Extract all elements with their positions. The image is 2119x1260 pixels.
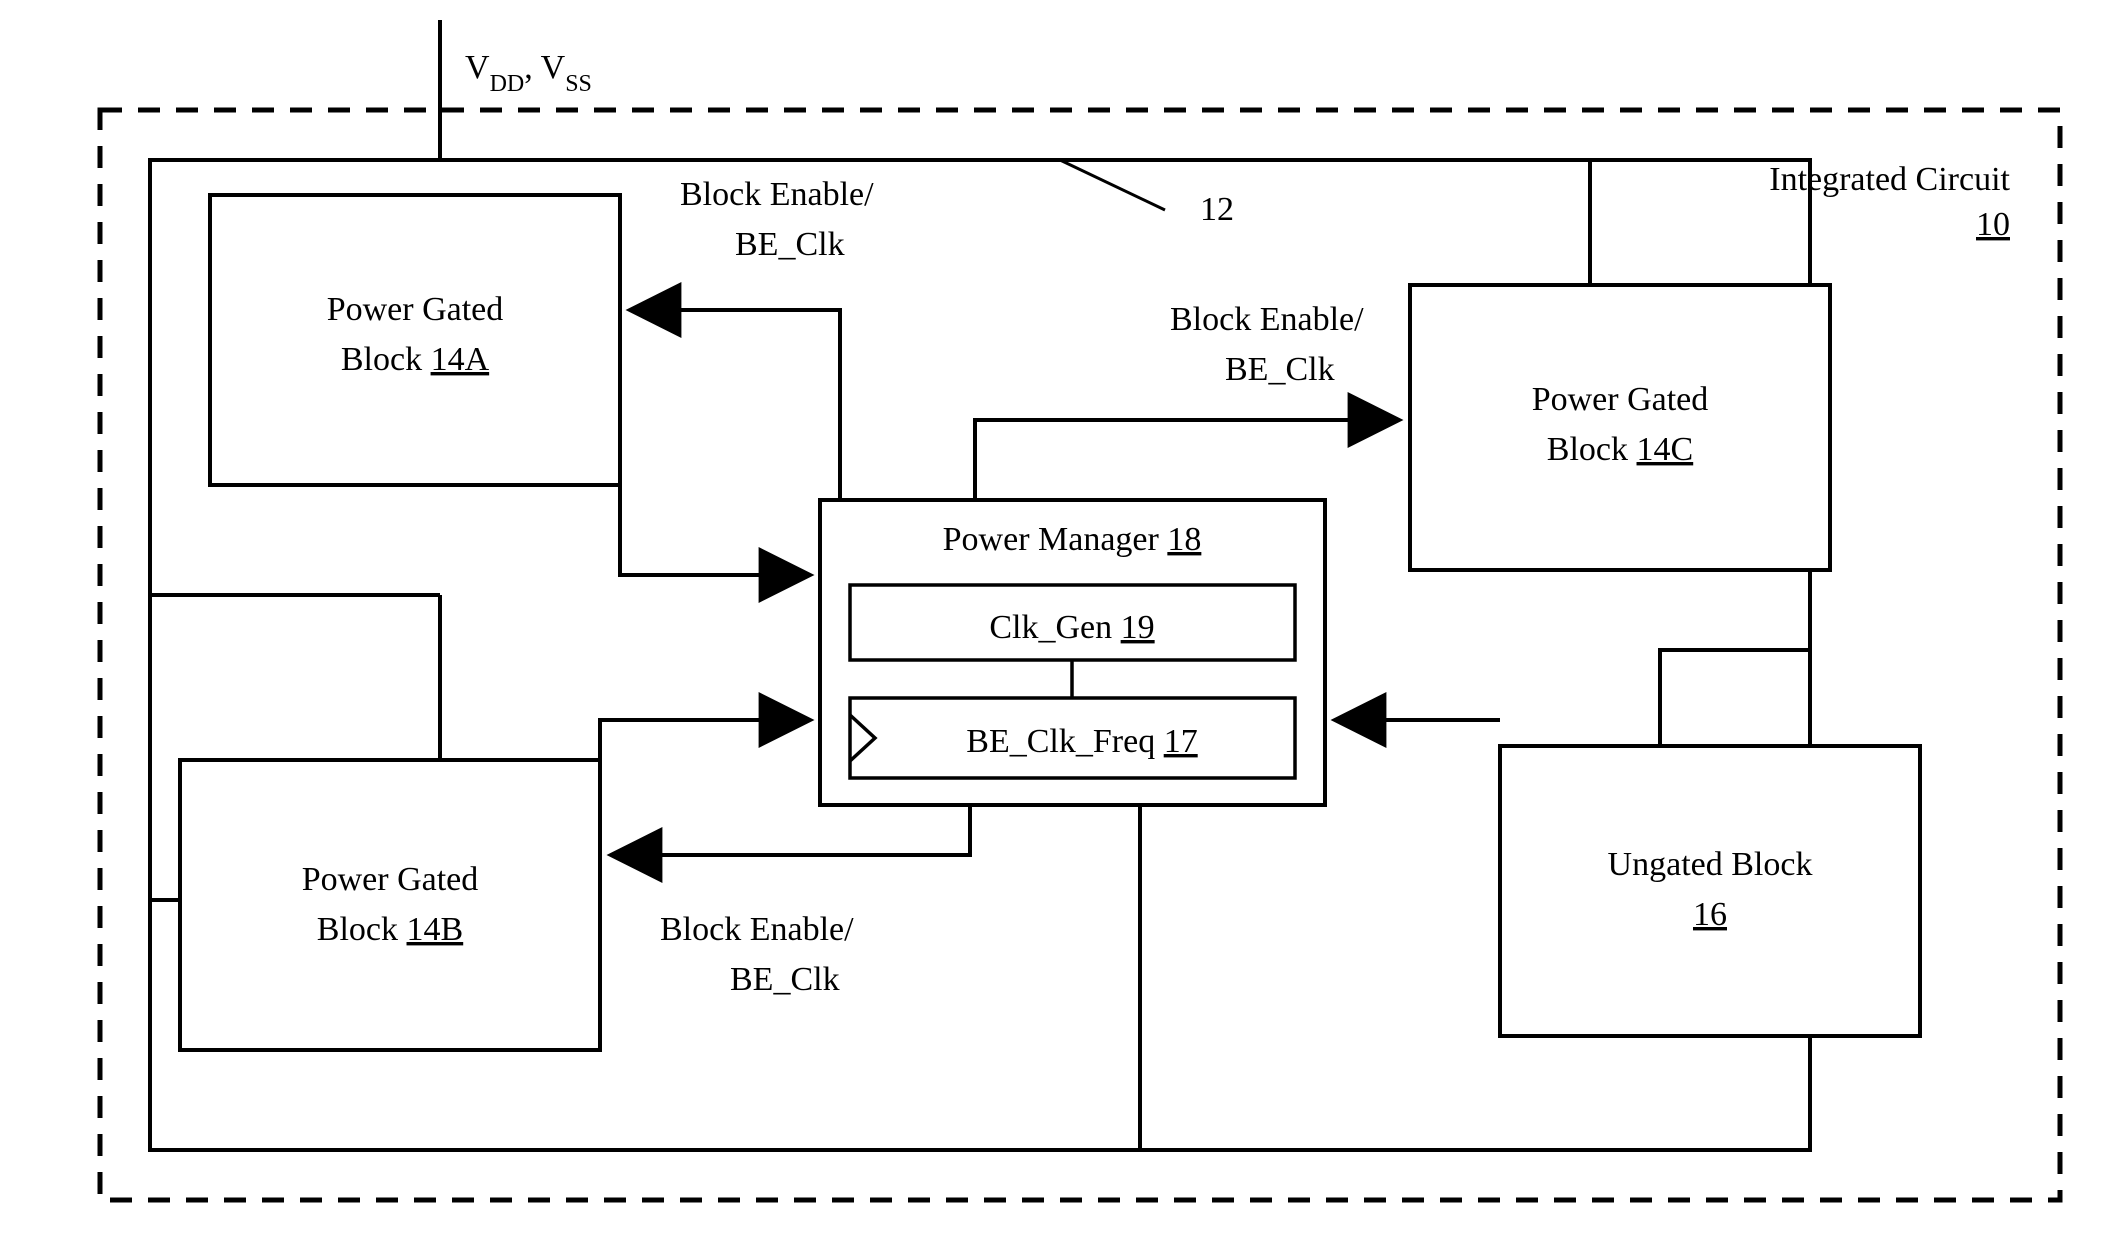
sig-14A-line2: BE_Clk: [735, 226, 845, 263]
ref12: 12: [1200, 191, 1234, 228]
diagram-canvas: VDD, VSS Integrated Circuit 10 12 Power …: [20, 20, 2119, 1240]
block-14C-line1: Power Gated: [1532, 381, 1709, 418]
block-14B: [180, 760, 600, 1050]
supply-label: VDD, VSS: [465, 49, 592, 97]
be-clk-freq-label: BE_Clk_Freq 17: [966, 723, 1197, 760]
block-14C: [1410, 285, 1830, 570]
block-14A-line1: Power Gated: [327, 291, 504, 328]
block-16-line1: Ungated Block: [1608, 846, 1813, 883]
block-16: [1500, 746, 1920, 1036]
sig-14B-line1: Block Enable/: [660, 911, 854, 948]
power-manager-title: Power Manager 18: [943, 521, 1202, 558]
block-14B-line2: Block 14B: [317, 911, 463, 948]
sig-14C-line2: BE_Clk: [1225, 351, 1335, 388]
block-14A-line2: Block 14A: [341, 341, 490, 378]
sig-14B-line2: BE_Clk: [730, 961, 840, 998]
block-16-ref: 16: [1693, 896, 1727, 933]
arrow-pm-to-14A: [631, 310, 840, 500]
block-14B-line1: Power Gated: [302, 861, 479, 898]
arrow-pm-to-14C: [975, 420, 1398, 500]
chip-ref: 10: [1976, 206, 2010, 243]
arrow-14A-to-pm: [620, 435, 809, 575]
arrow-14B-to-pm: [600, 720, 809, 760]
chip-title: Integrated Circuit: [1769, 161, 2010, 198]
sig-14A-line1: Block Enable/: [680, 176, 874, 213]
bus-stub-16: [1660, 650, 1810, 746]
sig-14C-line1: Block Enable/: [1170, 301, 1364, 338]
arrow-pm-to-14B: [612, 805, 970, 855]
block-14C-line2: Block 14C: [1547, 431, 1693, 468]
block-14A: [210, 195, 620, 485]
clk-gen-label: Clk_Gen 19: [989, 609, 1154, 646]
ref12-leader: [1060, 160, 1165, 210]
